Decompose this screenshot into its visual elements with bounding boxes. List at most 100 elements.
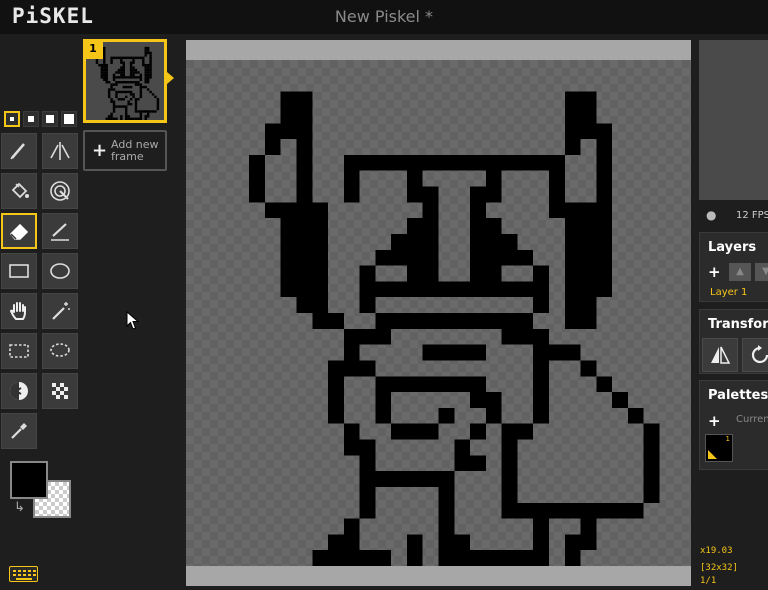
animation-preview[interactable]: [699, 40, 768, 200]
sprite-pixel: [129, 63, 133, 67]
onion-skin-icon[interactable]: ●: [706, 208, 716, 222]
vertical-mirror-pen-tool[interactable]: [42, 133, 78, 169]
sprite-pixel: [127, 90, 130, 94]
sprite-pixel: [406, 154, 423, 171]
palette-color-swatch[interactable]: 1: [705, 434, 733, 462]
sprite-pixel: [137, 56, 140, 60]
swap-colors-icon[interactable]: ↳: [14, 500, 25, 515]
sprite-pixel: [359, 486, 376, 503]
sprite-pixel: [132, 68, 135, 72]
sprite-pixel: [142, 63, 145, 67]
sprite-pixel: [132, 117, 135, 120]
sprite-pixel: [564, 123, 581, 140]
fps-control[interactable]: ● 12 FPS: [699, 205, 768, 227]
sprite-pixel: [122, 71, 125, 74]
sprite-pixel: [564, 313, 581, 329]
sprite-pixel: [129, 73, 133, 77]
frame-thumbnail[interactable]: 1: [83, 39, 174, 123]
sprite-pixel: [115, 90, 118, 94]
sprite-pixel: [139, 73, 143, 77]
add-layer-button[interactable]: +: [708, 263, 721, 281]
rectangle-tool[interactable]: [1, 253, 37, 289]
sprite-pixel: [125, 85, 128, 89]
sprite-pixel: [149, 90, 152, 94]
pen-size-3[interactable]: [42, 111, 58, 127]
sprite-pixel: [105, 71, 108, 74]
sprite-pixel: [280, 281, 297, 298]
sprite-pixel: [107, 115, 111, 118]
sprite-pixel: [580, 265, 597, 282]
sprite-pixel: [149, 59, 152, 62]
palettes-title: Palettes: [708, 388, 768, 403]
sprite-pixel: [422, 313, 439, 329]
sprite-pixel: [643, 455, 660, 472]
rotate-button[interactable]: [742, 338, 768, 372]
sprite-pixel: [95, 59, 99, 62]
sprite-pixel: [154, 110, 157, 113]
sprite-pixel: [438, 281, 455, 298]
pen-size-1[interactable]: [4, 111, 20, 127]
mouse-cursor-icon: [126, 311, 140, 330]
knight-sprite: [249, 91, 660, 566]
sprite-pixel: [422, 154, 439, 171]
sprite-pixel: [127, 117, 130, 120]
sprite-pixel: [103, 54, 106, 57]
sprite-pixel: [100, 71, 104, 74]
sprite-pixel: [422, 344, 439, 361]
move-layer-down-button[interactable]: ▼: [755, 263, 768, 281]
sprite-pixel: [454, 455, 471, 472]
frame-counter: 1/1: [700, 576, 717, 586]
lighten-tool[interactable]: [1, 373, 37, 409]
sprite-pixel: [112, 107, 116, 111]
sprite-pixel: [564, 344, 581, 361]
sprite-pixel: [132, 56, 135, 60]
eraser-tool[interactable]: [1, 213, 37, 249]
sprite-pixel: [100, 66, 104, 69]
sprite-pixel: [343, 550, 360, 566]
fps-label: 12 FPS: [736, 210, 768, 221]
pen-size-selector: [4, 111, 77, 127]
circle-tool[interactable]: [42, 253, 78, 289]
sprite-pixel: [112, 102, 116, 106]
sprite-pixel: [103, 63, 106, 67]
pen-size-4[interactable]: [61, 111, 77, 127]
add-frame-label: Add new frame: [111, 138, 159, 163]
sprite-pixel: [129, 76, 133, 79]
layer-item[interactable]: Layer 1: [710, 287, 747, 298]
sprite-pixel: [134, 71, 138, 74]
keyboard-shortcuts-icon[interactable]: [9, 566, 38, 582]
sprite-pixel: [406, 376, 423, 393]
sprite-pixel: [375, 550, 392, 566]
move-layer-up-button[interactable]: ▲: [729, 263, 751, 281]
paint-bucket-tool[interactable]: [1, 173, 37, 209]
rect-select-icon: [9, 344, 29, 358]
sprite-pixel: [422, 423, 439, 440]
lasso-select-tool[interactable]: [42, 333, 78, 369]
palette-selector[interactable]: Current: [736, 414, 768, 425]
paint-same-pixels-tool[interactable]: [42, 173, 78, 209]
sprite-pixel: [134, 107, 138, 111]
sprite-pixel: [406, 550, 423, 566]
drawing-canvas[interactable]: [186, 60, 691, 566]
add-frame-button[interactable]: + Add new frame: [83, 130, 167, 171]
color-picker-tool[interactable]: [1, 413, 37, 449]
sprite-pixel: [296, 233, 313, 250]
sprite-pixel: [129, 102, 133, 106]
flip-horizontal-button[interactable]: [702, 338, 738, 372]
magic-wand-tool[interactable]: [42, 293, 78, 329]
stroke-tool[interactable]: [42, 213, 78, 249]
dithering-tool[interactable]: [42, 373, 78, 409]
rectangle-select-tool[interactable]: [1, 333, 37, 369]
add-palette-button[interactable]: +: [708, 412, 721, 430]
sprite-pixel: [115, 95, 118, 99]
sprite-pixel: [359, 265, 376, 282]
sprite-pixel: [312, 297, 329, 313]
sprite-pixel: [643, 471, 660, 487]
pen-tool[interactable]: [1, 133, 37, 169]
sprite-pixel: [580, 91, 597, 108]
sprite-pixel: [149, 54, 152, 57]
move-tool[interactable]: [1, 293, 37, 329]
pen-size-2[interactable]: [23, 111, 39, 127]
primary-color-swatch[interactable]: [10, 461, 48, 499]
sprite-pixel: [144, 49, 147, 52]
